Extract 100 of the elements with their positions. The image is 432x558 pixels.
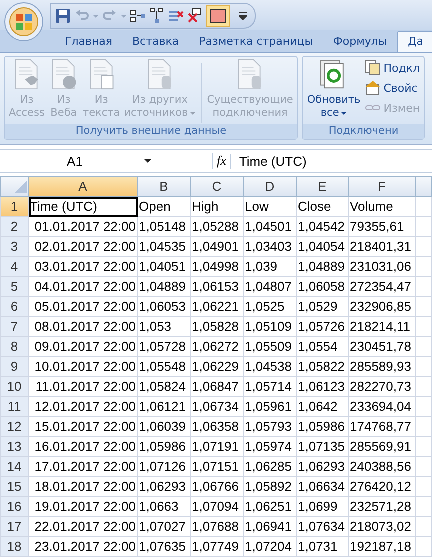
column-header[interactable]: C <box>190 176 244 196</box>
table-cell: 1,04501 <box>244 216 296 236</box>
customize-icon[interactable] <box>239 12 247 20</box>
command-button[interactable]: Свойс <box>362 79 422 97</box>
table-cell: 1,05109 <box>244 316 296 336</box>
delete-icon[interactable] <box>187 8 203 24</box>
tree-icon[interactable] <box>149 8 165 24</box>
select-all-button[interactable] <box>0 176 28 196</box>
table-cell: 1,04051 <box>138 256 190 276</box>
table-cell: 1,05793 <box>244 416 296 436</box>
table-cell: 1,05822 <box>296 356 348 376</box>
table-cell: 1,06053 <box>138 296 190 316</box>
row-header[interactable]: 9 <box>0 356 28 376</box>
save-icon[interactable] <box>55 8 71 24</box>
row-header[interactable]: 5 <box>0 276 28 296</box>
table-cell: 01.01.2017 22:00 <box>28 216 138 236</box>
table-cell: 1,04889 <box>296 256 348 276</box>
table-cell: 10.01.2017 22:00 <box>28 356 138 376</box>
table-cell: 1,06121 <box>138 396 190 416</box>
delete-rows-icon[interactable] <box>168 8 184 24</box>
column-header[interactable] <box>416 176 432 196</box>
row-header[interactable]: 16 <box>0 496 28 516</box>
fill-color-button[interactable] <box>206 5 230 27</box>
row-header[interactable]: 10 <box>0 376 28 396</box>
table-cell: 1,04054 <box>296 236 348 256</box>
table-cell: 1,07749 <box>190 536 244 556</box>
row-header[interactable]: 13 <box>0 436 28 456</box>
table-cell: Open <box>138 196 190 216</box>
row-header[interactable]: 7 <box>0 316 28 336</box>
row-header[interactable]: 4 <box>0 256 28 276</box>
table-cell: Close <box>296 196 348 216</box>
table-cell: 23.01.2017 22:00 <box>28 536 138 556</box>
insert-function-button[interactable]: fx <box>212 153 230 169</box>
table-cell: 272354,47 <box>348 276 416 296</box>
table-cell: 282270,73 <box>348 376 416 396</box>
table-cell: 1,05726 <box>296 316 348 336</box>
table-cell: 1,0554 <box>296 336 348 356</box>
table-cell: 1,07191 <box>190 436 244 456</box>
table-cell: High <box>190 196 244 216</box>
command-button[interactable]: Обновить все <box>305 59 363 120</box>
command-button[interactable]: Подкл <box>362 59 422 77</box>
table-cell: 1,05892 <box>244 476 296 496</box>
shapes-icon[interactable] <box>130 8 146 24</box>
table-cell: 218073,02 <box>348 516 416 536</box>
row-header[interactable]: 3 <box>0 236 28 256</box>
table-cell: 232906,85 <box>348 296 416 316</box>
table-cell: 1,07204 <box>244 536 296 556</box>
name-box[interactable]: A1 <box>0 154 140 168</box>
table-cell: 08.01.2017 22:00 <box>28 316 138 336</box>
table-cell: 03.01.2017 22:00 <box>28 256 138 276</box>
table-cell: 1,06358 <box>190 416 244 436</box>
row-header[interactable]: 15 <box>0 476 28 496</box>
row-header[interactable]: 18 <box>0 536 28 556</box>
column-header[interactable]: E <box>296 176 348 196</box>
ribbon-tab[interactable]: Формулы <box>323 32 398 52</box>
table-cell: 1,05288 <box>190 216 244 236</box>
table-cell: 79355,61 <box>348 216 416 236</box>
table-cell: 1,04998 <box>190 256 244 276</box>
triangle-icon <box>15 180 27 192</box>
column-header[interactable]: D <box>244 176 296 196</box>
table-cell: 1,04901 <box>190 236 244 256</box>
table-cell: 1,05548 <box>138 356 190 376</box>
table-cell: 1,0663 <box>138 496 190 516</box>
table-cell: 1,05828 <box>190 316 244 336</box>
row-header[interactable]: 12 <box>0 416 28 436</box>
ribbon-tab[interactable]: Разметка страницы <box>189 32 324 52</box>
table-cell: 1,07135 <box>296 436 348 456</box>
row-header[interactable]: 6 <box>0 296 28 316</box>
formula-field[interactable]: Time (UTC) <box>230 154 432 168</box>
row-header[interactable]: 2 <box>0 216 28 236</box>
house-icon <box>364 80 381 96</box>
row-header[interactable]: 14 <box>0 456 28 476</box>
table-cell: 1,0642 <box>296 396 348 416</box>
ribbon-tab[interactable]: Главная <box>55 32 123 52</box>
table-cell: 15.01.2017 22:00 <box>28 416 138 436</box>
table-cell: 1,05509 <box>244 336 296 356</box>
table-cell: 192187,18 <box>348 536 416 556</box>
ribbon-tab[interactable]: Да <box>397 31 432 52</box>
row-header[interactable]: 1 <box>0 196 28 216</box>
row-header[interactable]: 8 <box>0 336 28 356</box>
table-cell: 230451,78 <box>348 336 416 356</box>
column-header[interactable]: A <box>28 176 138 196</box>
table-cell: 285589,93 <box>348 356 416 376</box>
table-cell: 231031,06 <box>348 256 416 276</box>
table-cell: 02.01.2017 22:00 <box>28 236 138 256</box>
table-cell: 12.01.2017 22:00 <box>28 396 138 416</box>
ribbon-tab[interactable]: Вставка <box>122 32 190 52</box>
column-header[interactable]: B <box>138 176 190 196</box>
row-header[interactable]: 11 <box>0 396 28 416</box>
table-cell: 1,07634 <box>296 516 348 536</box>
table-cell: 233694,04 <box>348 396 416 416</box>
group-label: Подключени <box>303 124 424 139</box>
table-cell: 1,0699 <box>296 496 348 516</box>
table-cell: 1,06221 <box>190 296 244 316</box>
column-header[interactable]: F <box>348 176 416 196</box>
table-cell: 1,06153 <box>190 276 244 296</box>
caret-icon[interactable] <box>144 158 152 164</box>
table-cell: 240388,56 <box>348 456 416 476</box>
table-cell: 1,05974 <box>244 436 296 456</box>
row-header[interactable]: 17 <box>0 516 28 536</box>
